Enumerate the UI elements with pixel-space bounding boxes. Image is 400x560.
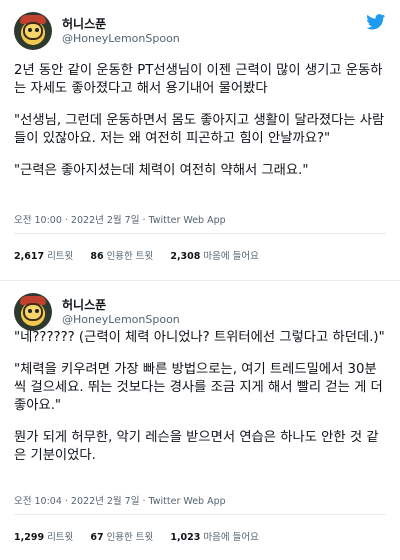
divider <box>14 233 386 234</box>
tweet-body: 2년 동안 같이 운동한 PT선생님이 이젠 근력이 많이 생기고 운동하는 자… <box>14 62 386 194</box>
avatar-face <box>23 22 43 40</box>
user-handle[interactable]: @HoneyLemonSpoon <box>62 32 180 45</box>
tweet-timestamp[interactable]: 오전 10:00 · 2022년 2월 7일 · Twitter Web App <box>14 212 226 226</box>
avatar-eye <box>35 28 39 32</box>
tweet-header: 허니스푼 @HoneyLemonSpoon <box>14 12 386 52</box>
tweet-timestamp[interactable]: 오전 10:04 · 2022년 2월 7일 · Twitter Web App <box>14 493 226 507</box>
like-count[interactable]: 2,308 마음에 들어요 <box>170 251 259 262</box>
user-handle[interactable]: @HoneyLemonSpoon <box>62 313 180 326</box>
retweet-count[interactable]: 2,617 리트윗 <box>14 251 73 262</box>
retweet-count[interactable]: 1,299 리트윗 <box>14 532 73 543</box>
display-name[interactable]: 허니스푼 <box>62 296 106 313</box>
tweet-body: "네?????? (근력이 체력 아니었나? 트위터에선 그렇다고 하던데.)"… <box>14 329 386 479</box>
display-name[interactable]: 허니스푼 <box>62 15 106 32</box>
tweet-paragraph: 뭔가 되게 허무한, 악기 레슨을 받으면서 연습은 하나도 안한 것 같은 기… <box>14 430 379 463</box>
avatar-eye <box>28 309 32 313</box>
quote-count[interactable]: 67 인용한 트윗 <box>90 532 153 543</box>
tweet-paragraph: "근력은 좋아지셨는데 체력이 여전히 약해서 그래요." <box>14 163 309 178</box>
avatar-eye <box>35 309 39 313</box>
tweet-paragraph: "네?????? (근력이 체력 아니었나? 트위터에선 그렇다고 하던데.)" <box>14 330 385 345</box>
divider <box>14 514 386 515</box>
quote-count[interactable]: 86 인용한 트윗 <box>90 251 153 262</box>
tweet-stats: 1,299 리트윗 67 인용한 트윗 1,023 마음에 들어요 <box>14 529 386 543</box>
avatar[interactable] <box>14 12 52 50</box>
like-count[interactable]: 1,023 마음에 들어요 <box>170 532 259 543</box>
tweet-paragraph: 2년 동안 같이 운동한 PT선생님이 이젠 근력이 많이 생기고 운동하는 자… <box>14 63 383 96</box>
tweet-header: 허니스푼 @HoneyLemonSpoon <box>14 293 386 333</box>
avatar-face <box>23 303 43 321</box>
tweet-card: 허니스푼 @HoneyLemonSpoon "네?????? (근력이 체력 아… <box>0 280 400 560</box>
tweet-paragraph: "선생님, 그런데 운동하면서 몸도 좋아지고 생활이 달라졌다는 사람들이 있… <box>14 113 385 146</box>
avatar-eye <box>28 28 32 32</box>
tweet-stats: 2,617 리트윗 86 인용한 트윗 2,308 마음에 들어요 <box>14 248 386 262</box>
twitter-bird-icon[interactable] <box>366 14 386 30</box>
avatar[interactable] <box>14 293 52 331</box>
tweet-paragraph: "체력을 키우려면 가장 빠른 방법으로는, 여기 트레드밀에서 30분씩 걸으… <box>14 362 388 413</box>
tweet-card: 허니스푼 @HoneyLemonSpoon 2년 동안 같이 운동한 PT선생님… <box>0 0 400 280</box>
